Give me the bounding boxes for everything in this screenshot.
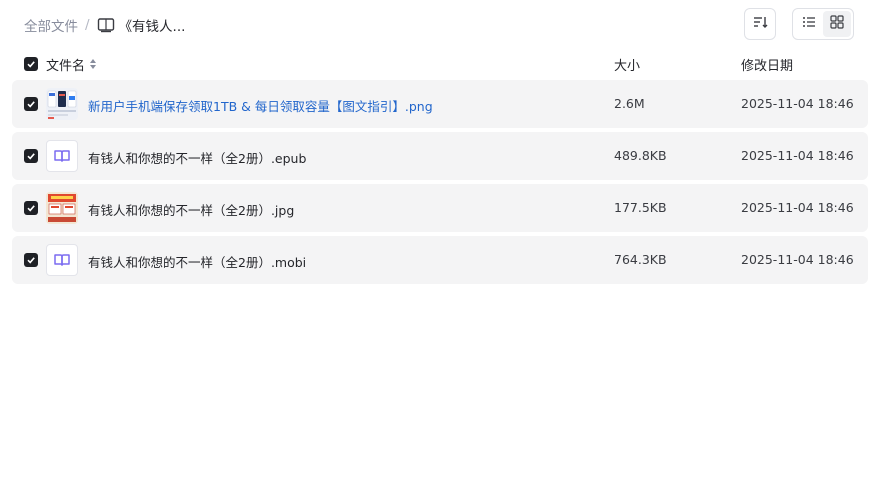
breadcrumb: 全部文件 / 《有钱人...	[24, 15, 185, 35]
row-checkbox[interactable]	[24, 149, 38, 163]
file-name-link[interactable]: 有钱人和你想的不一样（全2册）.jpg	[88, 200, 294, 219]
select-all-checkbox[interactable]	[24, 57, 38, 71]
breadcrumb-current-label: 《有钱人...	[118, 19, 186, 35]
sort-toggle-icon	[89, 58, 97, 70]
top-bar: 全部文件 / 《有钱人...	[0, 0, 878, 48]
book-icon	[97, 17, 115, 33]
file-name-link[interactable]: 新用户手机端保存领取1TB & 每日领取容量【图文指引】.png	[88, 96, 433, 115]
breadcrumb-separator: /	[85, 17, 90, 33]
view-mode-switch	[792, 8, 854, 40]
file-row[interactable]: 有钱人和你想的不一样（全2册）.jpg 177.5KB 2025-11-04 1…	[12, 184, 868, 232]
file-modified-date: 2025-11-04 18:46	[741, 200, 854, 215]
name-column-label: 文件名	[46, 58, 86, 74]
file-size: 177.5KB	[614, 200, 667, 215]
size-column-header[interactable]: 大小	[614, 55, 640, 74]
row-checkbox[interactable]	[24, 253, 38, 267]
checkmark-icon	[27, 205, 35, 212]
file-row[interactable]: 有钱人和你想的不一样（全2册）.mobi 764.3KB 2025-11-04 …	[12, 236, 868, 284]
file-size: 764.3KB	[614, 252, 667, 267]
row-checkbox[interactable]	[24, 201, 38, 215]
image-preview-icon	[46, 88, 78, 120]
sort-order-button[interactable]	[744, 8, 776, 40]
list-view-icon	[802, 15, 816, 33]
checkmark-icon	[27, 61, 35, 68]
breadcrumb-current-folder: 《有钱人...	[97, 15, 186, 35]
grid-view-button[interactable]	[823, 11, 851, 37]
file-modified-date: 2025-11-04 18:46	[741, 252, 854, 267]
date-column-header[interactable]: 修改日期	[741, 55, 793, 74]
checkmark-icon	[27, 101, 35, 108]
ebook-file-icon	[46, 244, 78, 276]
sort-lines-icon	[752, 14, 768, 34]
file-name-link[interactable]: 有钱人和你想的不一样（全2册）.mobi	[88, 252, 306, 271]
list-view-button[interactable]	[795, 11, 823, 37]
file-list: 新用户手机端保存领取1TB & 每日领取容量【图文指引】.png 2.6M 20…	[12, 80, 868, 288]
file-row[interactable]: 新用户手机端保存领取1TB & 每日领取容量【图文指引】.png 2.6M 20…	[12, 80, 868, 128]
name-column-header[interactable]: 文件名	[46, 55, 97, 74]
grid-view-icon	[830, 15, 844, 33]
book-cover-preview	[46, 192, 78, 224]
file-modified-date: 2025-11-04 18:46	[741, 96, 854, 111]
file-row[interactable]: 有钱人和你想的不一样（全2册）.epub 489.8KB 2025-11-04 …	[12, 132, 868, 180]
file-size: 489.8KB	[614, 148, 667, 163]
file-size: 2.6M	[614, 96, 645, 111]
file-name-link[interactable]: 有钱人和你想的不一样（全2册）.epub	[88, 148, 306, 167]
ebook-file-icon	[46, 140, 78, 172]
row-checkbox[interactable]	[24, 97, 38, 111]
checkmark-icon	[27, 257, 35, 264]
checkmark-icon	[27, 153, 35, 160]
file-table-header: 文件名 大小 修改日期	[12, 50, 868, 78]
breadcrumb-root-link[interactable]: 全部文件	[24, 15, 78, 35]
file-modified-date: 2025-11-04 18:46	[741, 148, 854, 163]
